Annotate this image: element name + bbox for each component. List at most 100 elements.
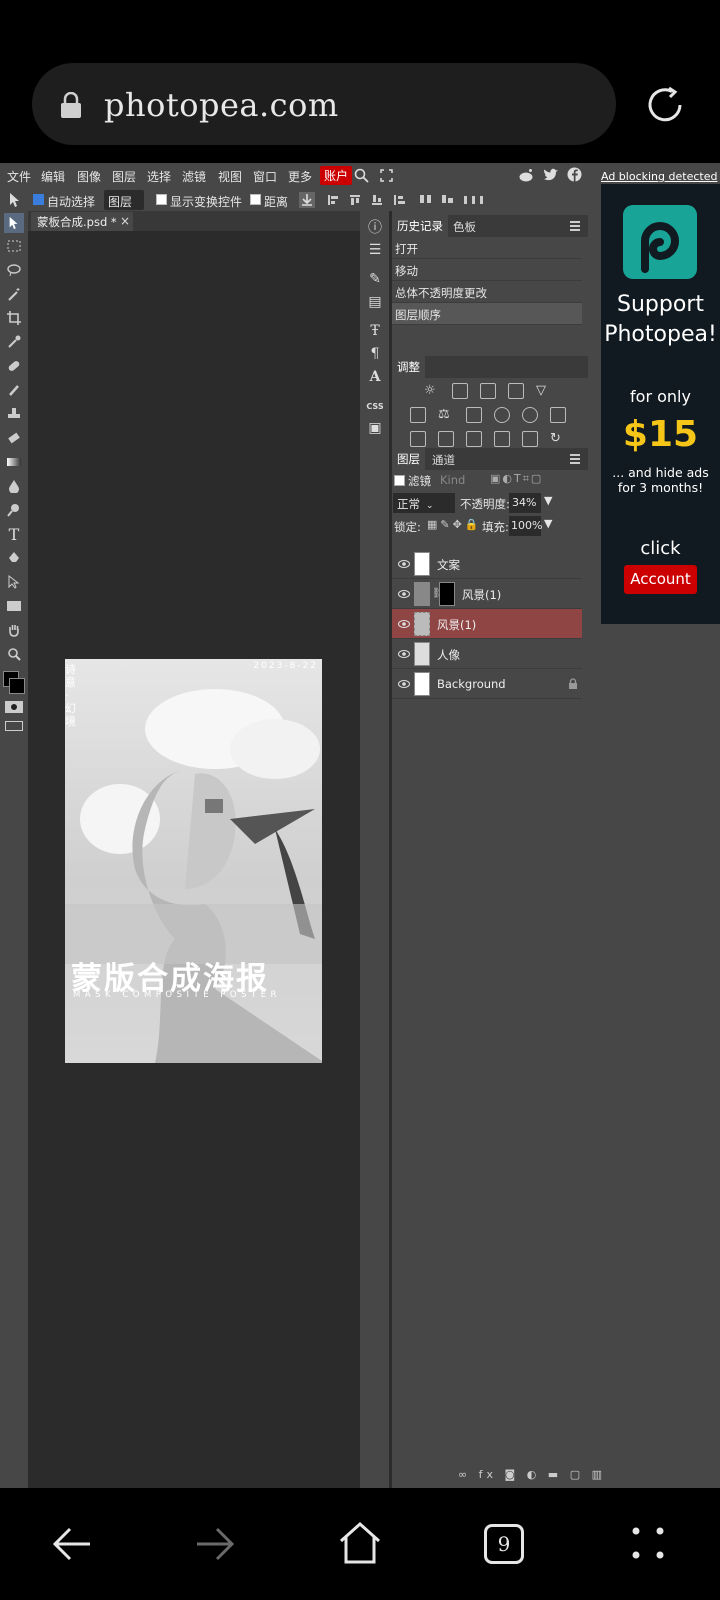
pen-tool[interactable] (4, 548, 24, 568)
exposure-icon[interactable] (508, 383, 524, 399)
distance-checkbox[interactable] (250, 194, 261, 205)
auto-select-checkbox[interactable] (33, 194, 44, 205)
levels-icon[interactable] (452, 383, 468, 399)
hue-icon[interactable] (410, 407, 426, 423)
menu-image[interactable]: 图像 (77, 168, 101, 185)
posterize-icon[interactable] (438, 431, 454, 447)
crop-tool[interactable] (4, 308, 24, 328)
url-text[interactable]: photopea.com (104, 86, 339, 124)
eyedropper-tool[interactable] (4, 332, 24, 352)
blur-tool[interactable] (4, 476, 24, 496)
menu-view[interactable]: 视图 (218, 168, 242, 185)
align-icons[interactable] (328, 193, 498, 207)
layer-actions-icons[interactable]: ∞ fx ◙ ◐ ▬ ▢ ▥ (458, 1468, 606, 1481)
reddit-icon[interactable] (518, 168, 534, 183)
layers-menu-icon[interactable] (570, 453, 580, 464)
eye-icon[interactable] (398, 588, 410, 600)
bw-icon[interactable] (466, 407, 482, 423)
search-icon[interactable] (354, 168, 369, 183)
home-icon[interactable] (338, 1521, 382, 1565)
filter-checkbox[interactable] (394, 475, 405, 486)
brush-settings-icon[interactable]: ✎ (366, 270, 384, 288)
menu-select[interactable]: 选择 (147, 168, 171, 185)
info-icon[interactable]: ⓘ (366, 218, 384, 236)
healing-tool[interactable] (4, 356, 24, 376)
marquee-tool[interactable] (4, 236, 24, 256)
color-lookup-icon[interactable] (550, 407, 566, 423)
back-arrow-icon[interactable] (52, 1524, 92, 1564)
image-panel-icon[interactable]: ▣ (366, 419, 384, 437)
show-transform-checkbox[interactable] (156, 194, 167, 205)
magic-wand-tool[interactable] (4, 284, 24, 304)
path-select-tool[interactable] (4, 572, 24, 592)
ad-panel[interactable]: Support Photopea! for only $15 ... and h… (601, 184, 720, 624)
gradient-tool[interactable] (4, 452, 24, 472)
photo-filter-icon[interactable] (494, 407, 510, 423)
character-icon[interactable]: Ŧ (366, 322, 384, 340)
fill-field[interactable]: 100% (509, 516, 542, 536)
selective-color-icon[interactable] (522, 431, 538, 447)
menu-account[interactable]: 账户 (320, 166, 353, 185)
menu-window[interactable]: 窗口 (253, 168, 277, 185)
opacity-arrow-icon[interactable]: ▼ (544, 494, 552, 507)
layer-row[interactable]: 文案 (392, 549, 582, 579)
menu-more[interactable]: 更多 (288, 168, 312, 185)
adjust-sliders-icon[interactable]: ☰ (366, 241, 384, 259)
eraser-tool[interactable] (4, 428, 24, 448)
download-icon[interactable] (299, 192, 315, 208)
facebook-icon[interactable] (567, 167, 582, 182)
layer-row[interactable]: Background (392, 669, 582, 699)
type-tool[interactable]: T (4, 524, 24, 544)
lock-icons[interactable]: ▦✎✥🔒 (427, 518, 482, 531)
gradient-map-icon[interactable] (494, 431, 510, 447)
menu-layer[interactable]: 图层 (112, 168, 136, 185)
replace-color-icon[interactable]: ↻ (550, 431, 566, 447)
layer-row[interactable]: ⛓ 风景(1) (392, 579, 582, 609)
layer-comps-icon[interactable]: ▤ (366, 293, 384, 311)
filter-type-icons[interactable]: ▣◐T⌗▢ (490, 472, 543, 486)
brush-tool[interactable] (4, 380, 24, 400)
shape-tool[interactable] (4, 596, 24, 616)
glyphs-icon[interactable]: A (366, 368, 384, 386)
channel-mixer-icon[interactable] (522, 407, 538, 423)
lasso-tool[interactable] (4, 260, 24, 280)
opacity-field[interactable]: 34% (509, 493, 541, 513)
eye-icon[interactable] (398, 678, 410, 690)
close-icon[interactable]: × (120, 214, 130, 228)
history-menu-icon[interactable] (570, 220, 580, 231)
tab-channels[interactable]: 通道 (432, 452, 455, 468)
keyboard-icon[interactable] (5, 721, 23, 731)
css-icon[interactable]: CSS (366, 397, 384, 415)
tab-swatches[interactable]: 色板 (453, 219, 476, 235)
kind-select[interactable]: Kind (440, 473, 465, 487)
blend-mode-select[interactable]: 正常 ⌄ (393, 493, 455, 513)
zoom-tool[interactable] (4, 644, 24, 664)
menu-file[interactable]: 文件 (7, 168, 31, 185)
history-item[interactable]: 总体不透明度更改 (392, 281, 582, 303)
adjustments-title[interactable]: 调整 (392, 356, 425, 378)
fill-arrow-icon[interactable]: ▼ (544, 517, 552, 530)
curves-icon[interactable] (480, 383, 496, 399)
brightness-icon[interactable]: ☼ (424, 383, 440, 399)
layer-row-selected[interactable]: 风景(1) (392, 609, 582, 639)
paragraph-icon[interactable]: ¶ (366, 345, 384, 363)
eye-icon[interactable] (398, 648, 410, 660)
menu-filter[interactable]: 滤镜 (182, 168, 206, 185)
invert-icon[interactable] (410, 431, 426, 447)
forward-arrow-icon[interactable] (195, 1524, 235, 1564)
move-tool[interactable] (4, 213, 24, 233)
ad-account-button[interactable]: Account (624, 565, 697, 594)
eye-icon[interactable] (398, 618, 410, 630)
threshold-icon[interactable] (466, 431, 482, 447)
color-balance-icon[interactable]: ⚖ (438, 407, 454, 423)
tab-layers[interactable]: 图层 (392, 448, 425, 470)
hand-tool[interactable] (4, 620, 24, 640)
layer-row[interactable]: 人像 (392, 639, 582, 669)
twitter-icon[interactable] (543, 168, 559, 182)
history-item[interactable]: 移动 (392, 259, 582, 281)
menu-edit[interactable]: 编辑 (41, 168, 65, 185)
layer-select-dropdown[interactable]: 图层⌄ (104, 190, 144, 224)
document-tab[interactable]: 蒙板合成.psd * (31, 212, 133, 231)
vibrance-icon[interactable]: ▽ (536, 383, 552, 399)
mask-thumbnail[interactable] (439, 582, 455, 606)
